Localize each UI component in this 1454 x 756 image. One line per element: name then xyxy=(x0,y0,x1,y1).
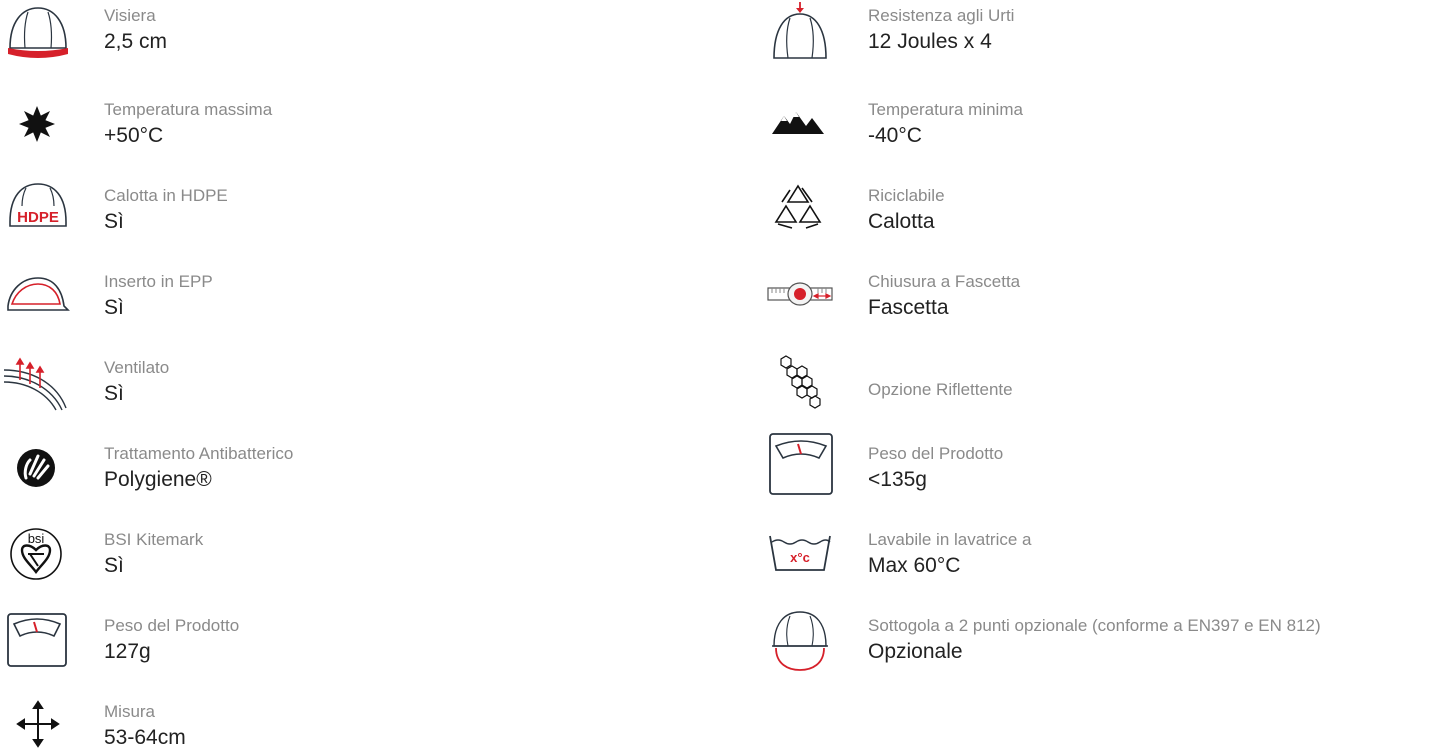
antibacterial-hand-icon xyxy=(0,438,72,498)
epp-insert-icon xyxy=(0,266,72,326)
feature-label: Chiusura a Fascetta xyxy=(868,272,1021,291)
bsi-kitemark-icon: bsi xyxy=(0,524,72,584)
feature-size: Misura 53-64cm xyxy=(0,696,700,756)
feature-epp-insert: Inserto in EPP Sì xyxy=(0,266,700,326)
feature-impact-resistance: Resistenza agli Urti 12 Joules x 4 xyxy=(762,0,1454,60)
feature-visor: Visiera 2,5 cm xyxy=(0,0,700,60)
feature-label: Riciclabile xyxy=(868,186,945,205)
feature-value: Sì xyxy=(104,296,124,319)
feature-label: Trattamento Antibatterico xyxy=(104,444,294,463)
feature-value: 2,5 cm xyxy=(104,30,168,53)
feature-label: Peso del Prodotto xyxy=(104,616,240,635)
feature-strap-closure: Chiusura a Fascetta Fascetta xyxy=(762,266,1454,326)
svg-text:HDPE: HDPE xyxy=(17,209,59,226)
feature-weight: Peso del Prodotto 127g xyxy=(0,610,700,670)
feature-antibacterial: Trattamento Antibatterico Polygiene® xyxy=(0,438,700,498)
feature-value: 53-64cm xyxy=(104,726,186,749)
feature-recyclable: Riciclabile Calotta xyxy=(762,180,1454,240)
feature-value: +50°C xyxy=(104,124,164,147)
feature-value: Max 60°C xyxy=(868,554,961,577)
sun-icon xyxy=(0,94,72,154)
feature-hdpe-shell: HDPE Calotta in HDPE Sì xyxy=(0,180,700,240)
feature-value: Sì xyxy=(104,210,124,233)
feature-label: Resistenza agli Urti xyxy=(868,6,1015,25)
hdpe-helmet-icon: HDPE xyxy=(0,180,72,240)
feature-value: 127g xyxy=(104,640,151,663)
feature-ventilated: Ventilato Sì xyxy=(0,352,700,412)
feature-label: Temperatura massima xyxy=(104,100,273,119)
feature-label: Opzione Riflettente xyxy=(868,380,1013,399)
weight-scale-icon xyxy=(0,610,72,670)
feature-label: Inserto in EPP xyxy=(104,272,213,291)
feature-value: Polygiene® xyxy=(104,468,212,491)
feature-label: Temperatura minima xyxy=(868,100,1023,119)
feature-label: Peso del Prodotto xyxy=(868,444,1004,463)
feature-chinstrap: Sottogola a 2 punti opzionale (conforme … xyxy=(762,610,1454,671)
helmet-visor-icon xyxy=(0,0,72,60)
feature-value: <135g xyxy=(868,468,927,491)
recycle-icon xyxy=(762,180,834,240)
weight-scale-icon xyxy=(762,433,834,498)
feature-value: Fascetta xyxy=(868,296,949,319)
feature-value: Opzionale xyxy=(868,640,963,663)
washable-icon: x°c xyxy=(762,524,834,584)
feature-value: Calotta xyxy=(868,210,935,233)
feature-max-temperature: Temperatura massima +50°C xyxy=(0,94,700,154)
feature-label: Visiera xyxy=(104,6,156,25)
feature-label: Calotta in HDPE xyxy=(104,186,228,205)
chinstrap-icon xyxy=(762,610,834,671)
feature-value: Sì xyxy=(104,554,124,577)
ventilation-icon xyxy=(0,352,72,412)
svg-text:bsi: bsi xyxy=(28,531,45,546)
impact-resistance-icon xyxy=(762,0,834,60)
feature-label: Lavabile in lavatrice a xyxy=(868,530,1032,549)
mountains-icon xyxy=(762,94,834,154)
feature-min-temperature: Temperatura minima -40°C xyxy=(762,94,1454,154)
feature-label: BSI Kitemark xyxy=(104,530,204,549)
svg-text:x°c: x°c xyxy=(790,550,810,565)
feature-bsi-kitemark: bsi BSI Kitemark Sì xyxy=(0,524,700,584)
feature-value: 12 Joules x 4 xyxy=(868,30,992,53)
feature-label: Ventilato xyxy=(104,358,170,377)
strap-closure-icon xyxy=(762,266,834,326)
feature-value: Sì xyxy=(104,382,124,405)
feature-weight: Peso del Prodotto <135g xyxy=(762,433,1454,498)
feature-value: -40°C xyxy=(868,124,922,147)
feature-washable: x°c Lavabile in lavatrice a Max 60°C xyxy=(762,524,1454,584)
feature-reflective-option: Opzione Riflettente xyxy=(762,352,1454,412)
feature-label: Misura xyxy=(104,702,156,721)
reflective-hexagon-icon xyxy=(762,352,834,412)
feature-label: Sottogola a 2 punti opzionale (conforme … xyxy=(868,616,1321,635)
size-arrows-icon xyxy=(0,696,72,756)
